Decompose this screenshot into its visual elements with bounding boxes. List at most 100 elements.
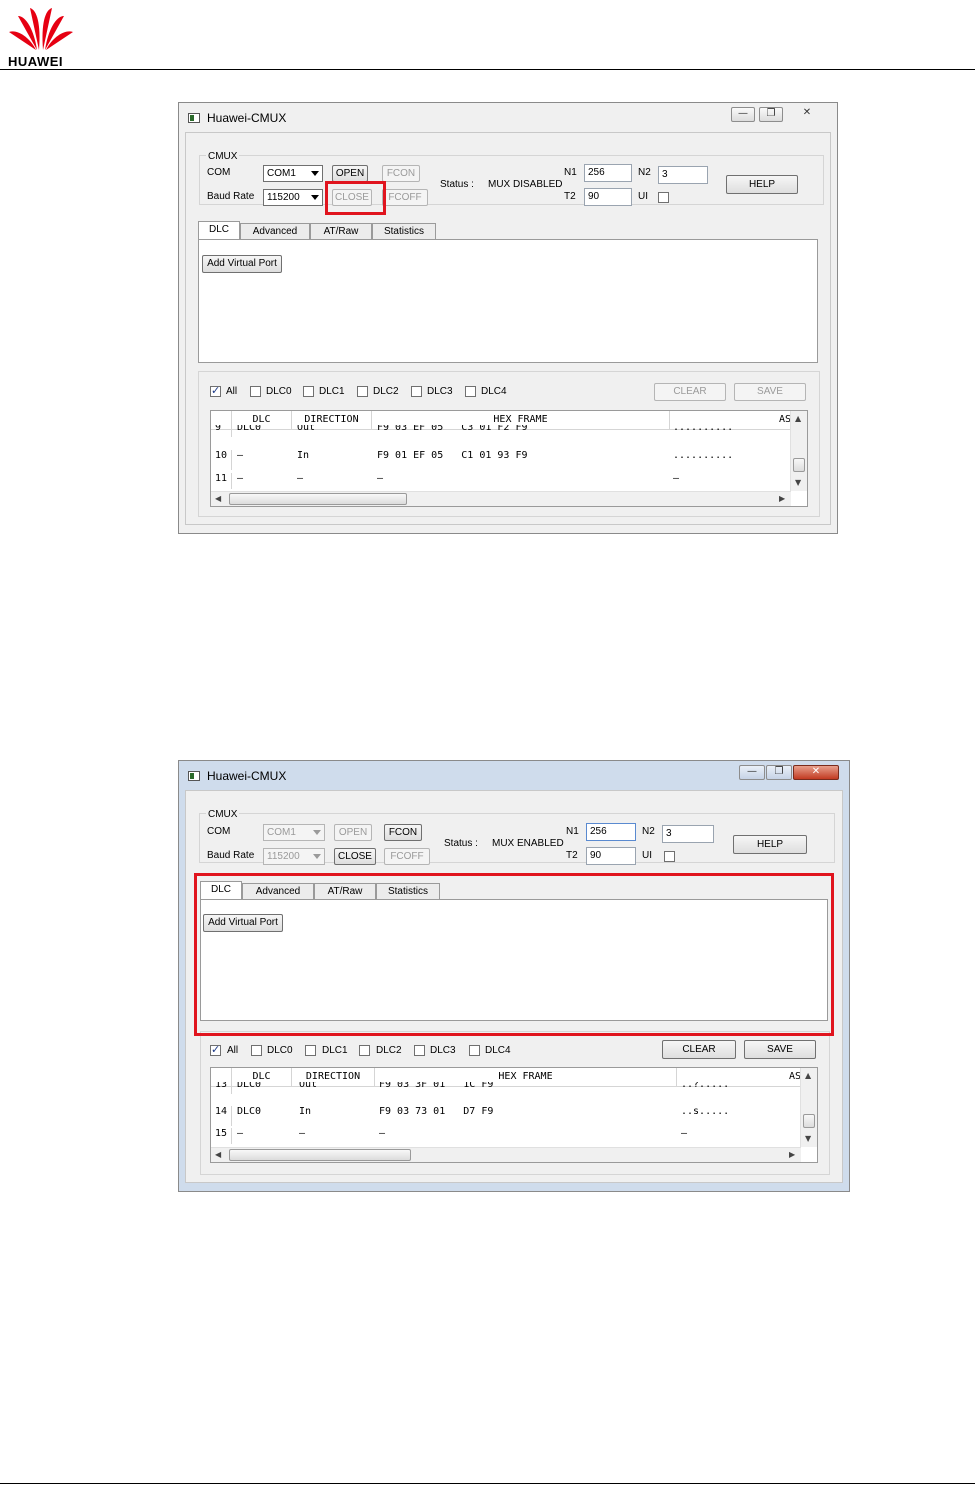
n1-field[interactable]: 256: [584, 164, 632, 182]
filter-dlc2-checkbox[interactable]: [359, 1045, 370, 1056]
vertical-scrollbar[interactable]: ▲ ▼: [800, 1068, 817, 1147]
t2-label: T2: [566, 850, 578, 861]
close-port-button[interactable]: CLOSE: [334, 848, 376, 865]
n2-field[interactable]: 3: [662, 825, 714, 843]
horizontal-scroll-thumb[interactable]: [229, 493, 407, 505]
vertical-scroll-thumb[interactable]: [793, 458, 805, 472]
close-window-button[interactable]: ✕: [793, 765, 839, 780]
clear-button[interactable]: CLEAR: [662, 1040, 736, 1059]
row-number: 10: [211, 450, 232, 470]
scroll-down-icon[interactable]: ▼: [805, 1134, 811, 1143]
scroll-up-icon[interactable]: ▲: [805, 1071, 811, 1080]
vertical-scroll-thumb[interactable]: [803, 1114, 815, 1128]
filter-dlc0-checkbox[interactable]: [251, 1045, 262, 1056]
add-virtual-port-button[interactable]: Add Virtual Port: [202, 255, 282, 273]
row-direction: –: [299, 1128, 306, 1139]
filter-all-label: All: [226, 386, 238, 397]
frame-log-table[interactable]: DLC DIRECTION HEX FRAME AS 13 DLC0 Out F…: [210, 1067, 818, 1163]
save-button[interactable]: SAVE: [734, 383, 806, 401]
close-window-button[interactable]: ✕: [787, 107, 827, 122]
scroll-right-icon[interactable]: ▶: [779, 494, 785, 503]
com-select[interactable]: COM1: [263, 824, 325, 841]
row-hex-frame: F9 03 3F 01 1C F9: [379, 1082, 494, 1090]
filter-dlc3-label: DLC3: [427, 386, 453, 397]
row-number: 14: [211, 1106, 232, 1126]
help-button[interactable]: HELP: [733, 835, 807, 854]
tab-at-raw[interactable]: AT/Raw: [310, 223, 372, 240]
ui-checkbox[interactable]: [664, 851, 675, 862]
help-button[interactable]: HELP: [726, 175, 798, 194]
frame-log-table[interactable]: DLC DIRECTION HEX FRAME AS 9 DLC0 Out F9…: [210, 410, 808, 507]
scroll-right-icon[interactable]: ▶: [789, 1150, 795, 1159]
n2-field[interactable]: 3: [658, 166, 708, 184]
row-hex-frame: –: [377, 473, 384, 484]
filter-dlc1-checkbox[interactable]: [305, 1045, 316, 1056]
dropdown-arrow-icon: [311, 195, 319, 200]
horizontal-scroll-thumb[interactable]: [229, 1149, 411, 1161]
tab-dlc[interactable]: DLC: [198, 221, 240, 240]
scroll-down-icon[interactable]: ▼: [795, 478, 801, 487]
row-ascii: ..s.....: [681, 1106, 730, 1117]
t2-field[interactable]: 90: [586, 847, 636, 865]
com-select[interactable]: COM1: [263, 165, 323, 182]
scroll-left-icon[interactable]: ◀: [215, 494, 221, 503]
scroll-up-icon[interactable]: ▲: [795, 414, 801, 423]
client-area: CMUX COM COM1 OPEN FCON Baud Rate 115200…: [185, 132, 831, 525]
baud-rate-select[interactable]: 115200: [263, 848, 325, 865]
status-label: Status :: [440, 179, 474, 190]
t2-field[interactable]: 90: [584, 188, 632, 206]
window-title: Huawei-CMUX: [207, 111, 287, 125]
maximize-button[interactable]: ❐: [759, 107, 783, 122]
row-dlc: DLC0: [237, 1082, 262, 1090]
filter-dlc0-label: DLC0: [267, 1045, 293, 1056]
filter-dlc1-label: DLC1: [319, 386, 345, 397]
baud-rate-label: Baud Rate: [207, 850, 255, 861]
filter-dlc0-checkbox[interactable]: [250, 386, 261, 397]
horizontal-scrollbar[interactable]: ◀ ▶: [211, 1147, 801, 1162]
filter-all-checkbox[interactable]: [210, 1043, 221, 1056]
cmux-group-label: CMUX: [206, 809, 240, 820]
tab-statistics[interactable]: Statistics: [372, 223, 436, 240]
fcoff-button[interactable]: FCOFF: [384, 848, 430, 865]
restore-icon: ❐: [766, 108, 776, 119]
maximize-button[interactable]: ❐: [766, 765, 792, 780]
fcon-button[interactable]: FCON: [382, 165, 420, 182]
filter-dlc3-checkbox[interactable]: [414, 1045, 425, 1056]
n1-label: N1: [564, 167, 577, 178]
row-hex-frame: –: [379, 1128, 386, 1139]
filter-dlc1-checkbox[interactable]: [303, 386, 314, 397]
row-hex-frame: F9 03 73 01 D7 F9: [379, 1106, 494, 1117]
clear-button[interactable]: CLEAR: [654, 383, 726, 401]
dropdown-arrow-icon: [311, 171, 319, 176]
minimize-button[interactable]: —: [739, 765, 765, 780]
filter-all-checkbox[interactable]: [210, 384, 221, 397]
ui-checkbox[interactable]: [658, 192, 669, 203]
row-direction: In: [299, 1106, 312, 1117]
open-button[interactable]: OPEN: [332, 165, 368, 182]
fcoff-button[interactable]: FCOFF: [382, 189, 428, 206]
filter-dlc4-checkbox[interactable]: [469, 1045, 480, 1056]
vertical-scrollbar[interactable]: ▲ ▼: [790, 411, 807, 491]
fcon-button[interactable]: FCON: [384, 824, 422, 841]
n1-field[interactable]: 256: [586, 823, 636, 841]
filter-all-label: All: [227, 1045, 239, 1056]
filter-dlc3-checkbox[interactable]: [411, 386, 422, 397]
minimize-button[interactable]: —: [731, 107, 755, 122]
filter-dlc1-label: DLC1: [322, 1045, 348, 1056]
row-ascii: –: [681, 1128, 688, 1139]
title-bar[interactable]: Huawei-CMUX — ❐ ✕: [179, 103, 837, 133]
open-button[interactable]: OPEN: [334, 824, 372, 841]
tab-advanced[interactable]: Advanced: [240, 223, 310, 240]
title-bar[interactable]: Huawei-CMUX — ❐ ✕: [179, 761, 849, 791]
row-hex-frame: F9 01 EF 05 C1 01 93 F9: [377, 450, 528, 461]
save-button[interactable]: SAVE: [744, 1040, 816, 1059]
filter-dlc4-checkbox[interactable]: [465, 386, 476, 397]
com-label: COM: [207, 826, 231, 837]
filter-dlc2-checkbox[interactable]: [357, 386, 368, 397]
t2-label: T2: [564, 191, 576, 202]
row-dlc: –: [237, 450, 244, 461]
scroll-left-icon[interactable]: ◀: [215, 1150, 221, 1159]
huawei-logo-icon: [9, 8, 73, 50]
baud-rate-select[interactable]: 115200: [263, 189, 323, 206]
horizontal-scrollbar[interactable]: ◀ ▶: [211, 491, 791, 506]
